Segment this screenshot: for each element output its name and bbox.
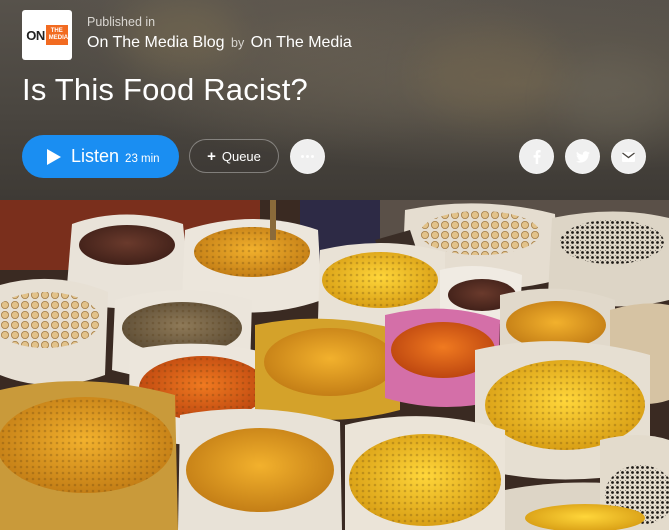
listen-duration: 23 min — [125, 152, 160, 165]
play-icon — [47, 148, 61, 165]
listen-label: Listen — [71, 146, 120, 166]
facebook-icon — [533, 149, 541, 164]
twitter-icon — [575, 150, 590, 163]
more-button[interactable] — [290, 139, 325, 174]
ellipsis-icon — [301, 155, 314, 158]
published-in-label: Published in — [87, 15, 156, 29]
publication-logo[interactable]: ON THE MEDIA — [22, 10, 72, 60]
mail-icon — [622, 151, 635, 162]
logo-text: ON — [26, 27, 45, 43]
queue-button[interactable]: + Queue — [189, 139, 279, 173]
email-share-button[interactable] — [611, 139, 646, 174]
post-header: ON THE MEDIA Published in On The Media B… — [0, 0, 669, 200]
plus-icon: + — [207, 147, 216, 165]
by-label: by — [231, 36, 245, 50]
publication-link[interactable]: On The Media Blog — [87, 34, 225, 51]
facebook-share-button[interactable] — [519, 139, 554, 174]
spice-sacks-illustration — [0, 200, 669, 530]
author-link[interactable]: On The Media — [251, 34, 352, 51]
spice-sacks-image — [0, 200, 669, 530]
background-blur — [560, 60, 669, 140]
twitter-share-button[interactable] — [565, 139, 600, 174]
logo-badge: THE MEDIA — [45, 25, 69, 45]
page-title: Is This Food Racist? — [22, 72, 308, 107]
queue-label: Queue — [221, 148, 261, 164]
background-blur — [420, 30, 560, 120]
logo-badge-line1: THE — [50, 28, 63, 34]
logo-badge-line2: MEDIA — [48, 35, 69, 41]
listen-button[interactable]: Listen 23 min — [22, 135, 179, 178]
publication-line: On The Media Blog by On The Media — [87, 34, 352, 52]
